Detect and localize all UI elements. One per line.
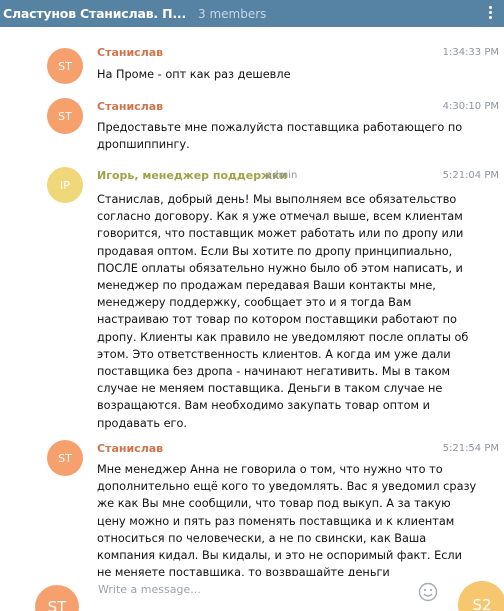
message-text: Станислав, добрый день! Мы выполняем все… (97, 191, 468, 432)
message-time: 5:21:54 PM (442, 443, 499, 454)
message-line: продавать его. (97, 416, 187, 430)
message-line: дропу. Клиенты как правило не уведомляют… (97, 330, 469, 344)
message-line: же как Вы мне сообщили, что товар под вы… (97, 497, 451, 511)
send-avatar[interactable]: S2 (458, 581, 504, 611)
message-text: На Проме - опт как раз дешевле (97, 66, 291, 83)
message-line: дропшиппингу. (97, 138, 190, 152)
message-line: случае не меняем поставщика. Деньги в та… (97, 382, 443, 396)
message-line: поставщика без дропа - начинают негативи… (97, 365, 451, 379)
emoji-icon[interactable] (418, 582, 438, 602)
message-line: настраиваю тот товар по котором поставщи… (97, 313, 457, 327)
message-line: ПОСЛЕ оплаты обязательно нужно было об э… (97, 261, 463, 275)
message-line: Предоставьте мне пожалуйста поставщика р… (97, 121, 463, 134)
avatar[interactable]: IP (47, 167, 83, 203)
message-line: компания кидал. Вы кидалы, и это не оспо… (97, 549, 462, 563)
message-line: На Проме - опт как раз дешевле (97, 68, 291, 81)
message-line: дополнительно ещё кого то уведомлять. Ва… (97, 480, 477, 494)
message-line: согласно договору. Как я уже отмечал выш… (97, 210, 463, 224)
message-line: менеджеру поддержку, сообщает это и я то… (97, 296, 412, 310)
more-options-icon[interactable] (482, 4, 498, 22)
message-line: не меняете поставщика, то возвращайте де… (97, 566, 390, 576)
message-time: 1:34:33 PM (442, 47, 499, 58)
message-line: этом. Это ответственность клиентов. А ко… (97, 347, 451, 361)
message-text: Предоставьте мне пожалуйста поставщика р… (97, 119, 462, 153)
message-line: Станислав, добрый день! Мы выполняем все… (97, 193, 457, 206)
message-line: цену можно и пять раз поменять поставщик… (97, 514, 455, 528)
admin-badge: admin (266, 170, 298, 181)
message-author[interactable]: Станислав (97, 100, 163, 113)
message-time: 4:30:10 PM (442, 101, 499, 112)
message-time: 5:21:04 PM (442, 170, 499, 181)
message-composer: ST Write a message... S2 (0, 576, 504, 611)
members-count[interactable]: 3 members (198, 7, 266, 21)
message-line: возращаются. Вам необходимо закупать тов… (97, 399, 430, 413)
message-input[interactable]: Write a message... (98, 583, 201, 596)
message-text: Мне менеджер Анна не говорила о том, что… (97, 461, 476, 576)
message-line: менеджер по продажам передавая Ваши конт… (97, 279, 436, 293)
chat-title[interactable]: Сластунов Станислав. П... (0, 6, 186, 21)
message-history[interactable]: ST Станислав 1:34:33 PM На Проме - опт к… (0, 27, 504, 576)
avatar[interactable]: ST (47, 440, 83, 476)
message-author[interactable]: Игорь, менеджер поддержки (97, 169, 287, 182)
avatar[interactable]: ST (47, 98, 83, 134)
message-line: Мне менеджер Анна не говорила о том, что… (97, 463, 443, 476)
message-line: продавая оптом. Если Вы хотите по дропу … (97, 244, 453, 258)
message-author[interactable]: Станислав (97, 442, 163, 455)
message-line: относиться по человечески, а не по свинс… (97, 531, 427, 545)
my-avatar[interactable]: ST (35, 585, 79, 611)
message-author[interactable]: Станислав (97, 46, 163, 59)
chat-header: Сластунов Станислав. П... 3 members (0, 0, 504, 27)
message-line: говорится, что поставщик может работать … (97, 227, 464, 241)
avatar[interactable]: ST (47, 48, 83, 84)
